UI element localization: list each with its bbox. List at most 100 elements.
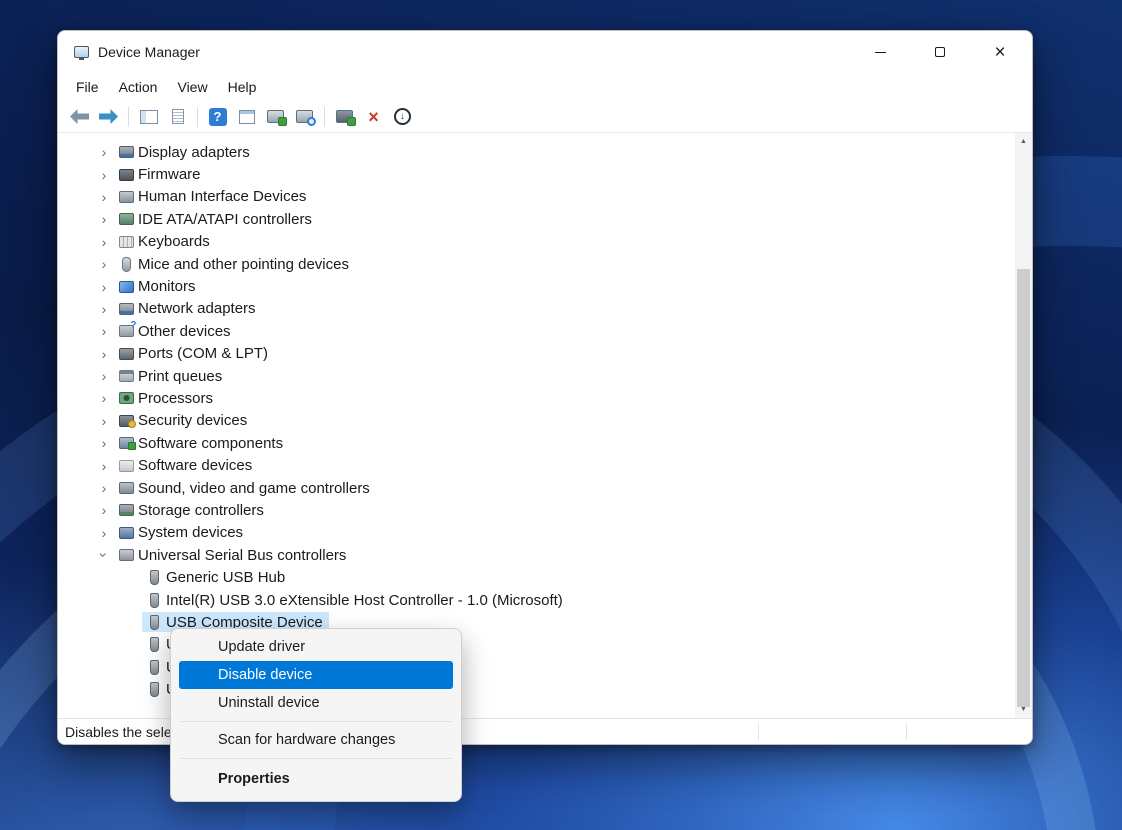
- minimize-button[interactable]: [854, 31, 906, 73]
- scan-hardware-changes-button[interactable]: [291, 104, 318, 130]
- tree-item[interactable]: › Monitors: [58, 275, 1015, 297]
- tree-item[interactable]: ›Mice and other pointing devices: [58, 253, 1015, 275]
- other-devices-icon: [119, 325, 134, 337]
- context-menu-item-properties[interactable]: Properties: [171, 763, 461, 794]
- tree-item[interactable]: ›Other devices: [58, 320, 1015, 342]
- tree-item-label: Monitors: [138, 278, 196, 295]
- chevron-right-icon[interactable]: ›: [94, 145, 114, 159]
- tree-item[interactable]: ›Processors: [58, 387, 1015, 409]
- scroll-down-icon[interactable]: ▼: [1015, 701, 1032, 718]
- scan-hardware-changes-icon: [296, 110, 313, 123]
- tree-item[interactable]: ›Software devices: [58, 454, 1015, 476]
- chevron-right-icon[interactable]: ›: [94, 212, 114, 226]
- chevron-right-icon[interactable]: ›: [94, 257, 114, 271]
- forward-button[interactable]: [95, 104, 122, 130]
- chevron-right-icon[interactable]: ›: [94, 436, 114, 450]
- tree-item[interactable]: Generic USB Hub: [58, 566, 1015, 588]
- update-driver-icon: [267, 110, 284, 123]
- tree-item-label: Sound, video and game controllers: [138, 480, 370, 497]
- back-button[interactable]: [66, 104, 93, 130]
- chevron-right-icon[interactable]: ›: [94, 369, 114, 383]
- export-list-icon: [172, 109, 184, 124]
- status-bar-divider: [758, 723, 759, 740]
- software-devices-icon: [119, 460, 134, 472]
- tree-item[interactable]: › Network adapters: [58, 298, 1015, 320]
- help-button[interactable]: ?: [204, 104, 231, 130]
- toolbar: ? ×↓: [58, 101, 1032, 133]
- tree-item-label: Firmware: [138, 166, 201, 183]
- chevron-right-icon[interactable]: ›: [94, 391, 114, 405]
- tree-item[interactable]: ›Display adapters: [58, 141, 1015, 163]
- tree-item[interactable]: › Keyboards: [58, 231, 1015, 253]
- tree-item[interactable]: › System devices: [58, 522, 1015, 544]
- chevron-down-icon[interactable]: ›: [97, 545, 111, 565]
- tree-item-label: Keyboards: [138, 233, 210, 250]
- menu-view[interactable]: View: [167, 76, 217, 98]
- sound-icon: [119, 482, 134, 494]
- back-icon: [69, 108, 90, 125]
- chevron-right-icon[interactable]: ›: [94, 526, 114, 540]
- mice-icon: [122, 257, 131, 272]
- scroll-up-icon[interactable]: ▲: [1015, 133, 1032, 150]
- firmware-icon: [119, 169, 134, 181]
- tree-item[interactable]: › Universal Serial Bus controllers: [58, 544, 1015, 566]
- chevron-right-icon[interactable]: ›: [94, 459, 114, 473]
- chevron-right-icon[interactable]: ›: [94, 503, 114, 517]
- context-menu-item-disable-device[interactable]: Disable device: [179, 661, 453, 689]
- chevron-right-icon[interactable]: ›: [94, 324, 114, 338]
- chevron-right-icon[interactable]: ›: [94, 414, 114, 428]
- usb-device-icon: [150, 570, 159, 585]
- tree-item[interactable]: › Sound, video and game controllers: [58, 477, 1015, 499]
- chevron-right-icon[interactable]: ›: [94, 190, 114, 204]
- disable-device-button[interactable]: ↓: [389, 104, 416, 130]
- context-menu-item-scan-for-hardware-changes[interactable]: Scan for hardware changes: [171, 726, 461, 754]
- usb-device-icon: [150, 615, 159, 630]
- menu-help[interactable]: Help: [218, 76, 267, 98]
- ide-icon: [119, 213, 134, 225]
- status-text: Disables the sele: [65, 724, 172, 740]
- tree-item[interactable]: ›Storage controllers: [58, 499, 1015, 521]
- uninstall-device-button[interactable]: ×: [360, 104, 387, 130]
- keyboards-icon: [119, 236, 134, 248]
- tree-item-label: Universal Serial Bus controllers: [138, 547, 346, 564]
- tree-item[interactable]: › Firmware: [58, 163, 1015, 185]
- show-console-tree-button[interactable]: [135, 104, 162, 130]
- title-bar[interactable]: Device Manager ×: [58, 31, 1032, 73]
- minimize-icon: [875, 52, 886, 53]
- add-drivers-button[interactable]: [331, 104, 358, 130]
- tree-item-label: Security devices: [138, 412, 247, 429]
- tree-item[interactable]: ›Ports (COM & LPT): [58, 343, 1015, 365]
- close-button[interactable]: ×: [974, 31, 1026, 73]
- usb-icon: [119, 549, 134, 561]
- forward-icon: [98, 108, 119, 125]
- tree-item[interactable]: ›Software components: [58, 432, 1015, 454]
- tree-item[interactable]: ›IDE ATA/ATAPI controllers: [58, 208, 1015, 230]
- tree-item[interactable]: Intel(R) USB 3.0 eXtensible Host Control…: [58, 589, 1015, 611]
- monitors-icon: [119, 281, 134, 293]
- add-drivers-icon: [336, 110, 353, 123]
- chevron-right-icon[interactable]: ›: [94, 302, 114, 316]
- scrollbar[interactable]: ▲ ▼: [1015, 133, 1032, 718]
- update-driver-button[interactable]: [262, 104, 289, 130]
- toolbar-separator: [197, 107, 198, 127]
- tree-item-label: Network adapters: [138, 300, 256, 317]
- maximize-button[interactable]: [914, 31, 966, 73]
- scrollbar-thumb[interactable]: [1017, 269, 1030, 707]
- show-console-tree-icon: [140, 110, 158, 124]
- chevron-right-icon[interactable]: ›: [94, 280, 114, 294]
- chevron-right-icon[interactable]: ›: [94, 481, 114, 495]
- chevron-right-icon[interactable]: ›: [94, 347, 114, 361]
- chevron-right-icon[interactable]: ›: [94, 168, 114, 182]
- menu-file[interactable]: File: [66, 76, 109, 98]
- tree-item[interactable]: ›Print queues: [58, 365, 1015, 387]
- menu-action[interactable]: Action: [109, 76, 168, 98]
- chevron-right-icon[interactable]: ›: [94, 235, 114, 249]
- properties-button[interactable]: [233, 104, 260, 130]
- context-menu-item-update-driver[interactable]: Update driver: [171, 633, 461, 661]
- context-menu-item-uninstall-device[interactable]: Uninstall device: [171, 689, 461, 717]
- tree-item-label: System devices: [138, 524, 243, 541]
- tree-item[interactable]: ›Human Interface Devices: [58, 186, 1015, 208]
- maximize-icon: [935, 47, 945, 57]
- export-list-button[interactable]: [164, 104, 191, 130]
- tree-item[interactable]: › Security devices: [58, 410, 1015, 432]
